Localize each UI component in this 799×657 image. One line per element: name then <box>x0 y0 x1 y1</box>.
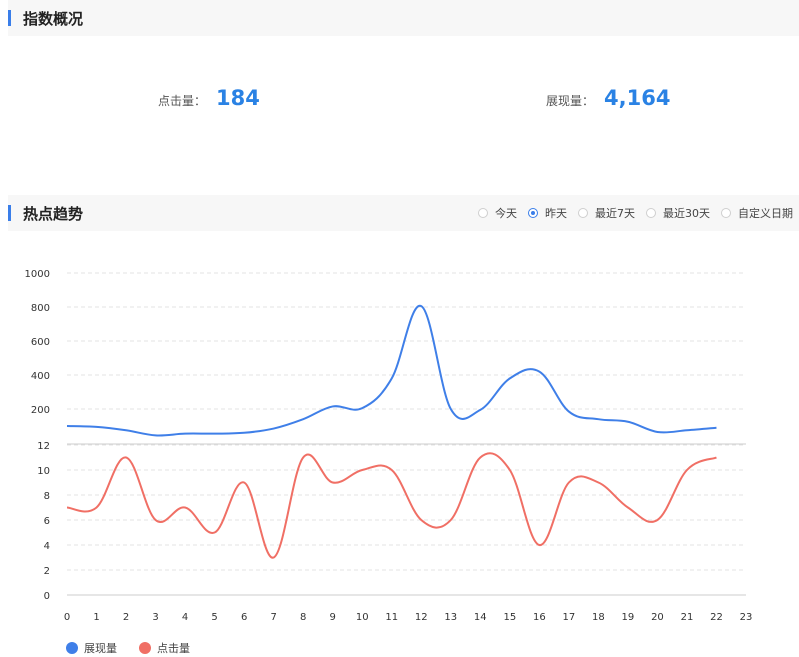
x-tick-label: 16 <box>533 612 546 623</box>
y-tick-label-bottom: 6 <box>44 516 50 527</box>
x-tick-label: 5 <box>211 612 217 623</box>
legend-dot-impressions <box>66 642 78 654</box>
legend-item-impressions[interactable]: 展现量 <box>66 640 117 656</box>
y-tick-label-top: 600 <box>31 337 50 348</box>
impressions-value: 4,164 <box>604 86 671 110</box>
overview-title: 指数概况 <box>23 9 84 28</box>
x-tick-label: 22 <box>710 612 723 623</box>
range-option-last-7-days[interactable]: 最近7天 <box>578 205 635 221</box>
trend-title: 热点趋势 <box>23 204 84 223</box>
header-accent-bar <box>8 205 11 221</box>
x-tick-label: 10 <box>356 612 369 623</box>
x-tick-label: 20 <box>651 612 664 623</box>
range-option-custom-date[interactable]: 自定义日期 <box>721 205 793 221</box>
y-tick-label-bottom: 2 <box>44 566 50 577</box>
y-tick-label-bottom: 10 <box>37 466 50 477</box>
radio-icon[interactable] <box>721 208 731 218</box>
x-tick-label: 7 <box>270 612 276 623</box>
clicks-label: 点击量： <box>158 94 207 108</box>
range-option-label: 昨天 <box>545 207 567 220</box>
y-tick-label-top: 400 <box>31 371 50 382</box>
x-tick-label: 23 <box>740 612 753 623</box>
x-tick-label: 12 <box>415 612 428 623</box>
x-tick-label: 1 <box>93 612 99 623</box>
x-tick-label: 9 <box>330 612 336 623</box>
x-tick-label: 11 <box>385 612 398 623</box>
x-tick-label: 0 <box>64 612 70 623</box>
radio-icon[interactable] <box>478 208 488 218</box>
x-tick-label: 6 <box>241 612 247 623</box>
range-option-label: 自定义日期 <box>738 207 793 220</box>
y-tick-label-bottom: 12 <box>37 441 50 452</box>
clicks-value: 184 <box>216 86 260 110</box>
legend-label: 点击量 <box>157 642 190 655</box>
x-tick-label: 14 <box>474 612 487 623</box>
impressions-label: 展现量： <box>546 94 595 108</box>
legend-item-clicks[interactable]: 点击量 <box>139 640 190 656</box>
y-tick-label-top: 200 <box>31 405 50 416</box>
radio-icon[interactable] <box>646 208 656 218</box>
x-tick-label: 4 <box>182 612 188 623</box>
overview-header: 指数概况 <box>8 0 799 36</box>
y-tick-label-top: 800 <box>31 303 50 314</box>
x-tick-label: 21 <box>681 612 694 623</box>
range-option-today[interactable]: 今天 <box>478 205 517 221</box>
y-tick-label-bottom: 4 <box>44 541 50 552</box>
x-tick-label: 2 <box>123 612 129 623</box>
range-option-last-30-days[interactable]: 最近30天 <box>646 205 710 221</box>
x-tick-label: 17 <box>563 612 576 623</box>
y-tick-label-bottom: 0 <box>44 591 50 602</box>
x-tick-label: 3 <box>152 612 158 623</box>
range-option-label: 最近7天 <box>595 207 635 220</box>
series-line-impressions <box>66 305 717 437</box>
date-range-selector: 今天 昨天 最近7天 最近30天 自定义日期 <box>467 195 793 231</box>
range-option-yesterday[interactable]: 昨天 <box>528 205 567 221</box>
clicks-stat: 点击量： 184 <box>158 86 260 110</box>
x-tick-label: 18 <box>592 612 605 623</box>
x-tick-label: 15 <box>503 612 516 623</box>
legend-label: 展现量 <box>84 642 117 655</box>
range-option-label: 最近30天 <box>663 207 710 220</box>
range-option-label: 今天 <box>495 207 517 220</box>
series-line-clicks <box>66 452 717 559</box>
impressions-stat: 展现量： 4,164 <box>546 86 670 110</box>
radio-selected-icon[interactable] <box>528 208 538 218</box>
trend-header: 热点趋势 今天 昨天 最近7天 最近30天 自定义日期 <box>8 195 799 231</box>
radio-icon[interactable] <box>578 208 588 218</box>
x-tick-label: 19 <box>622 612 635 623</box>
y-tick-label-top: 1000 <box>25 269 50 280</box>
legend-dot-clicks <box>139 642 151 654</box>
y-tick-label-bottom: 8 <box>44 491 50 502</box>
x-tick-label: 8 <box>300 612 306 623</box>
chart-legend: 展现量 点击量 <box>66 640 212 656</box>
header-accent-bar <box>8 10 11 26</box>
x-tick-label: 13 <box>444 612 457 623</box>
trend-chart: 10008006004002001210864200 1 2 3 4 5 6 7 8 9 10 11 1… <box>25 269 753 623</box>
